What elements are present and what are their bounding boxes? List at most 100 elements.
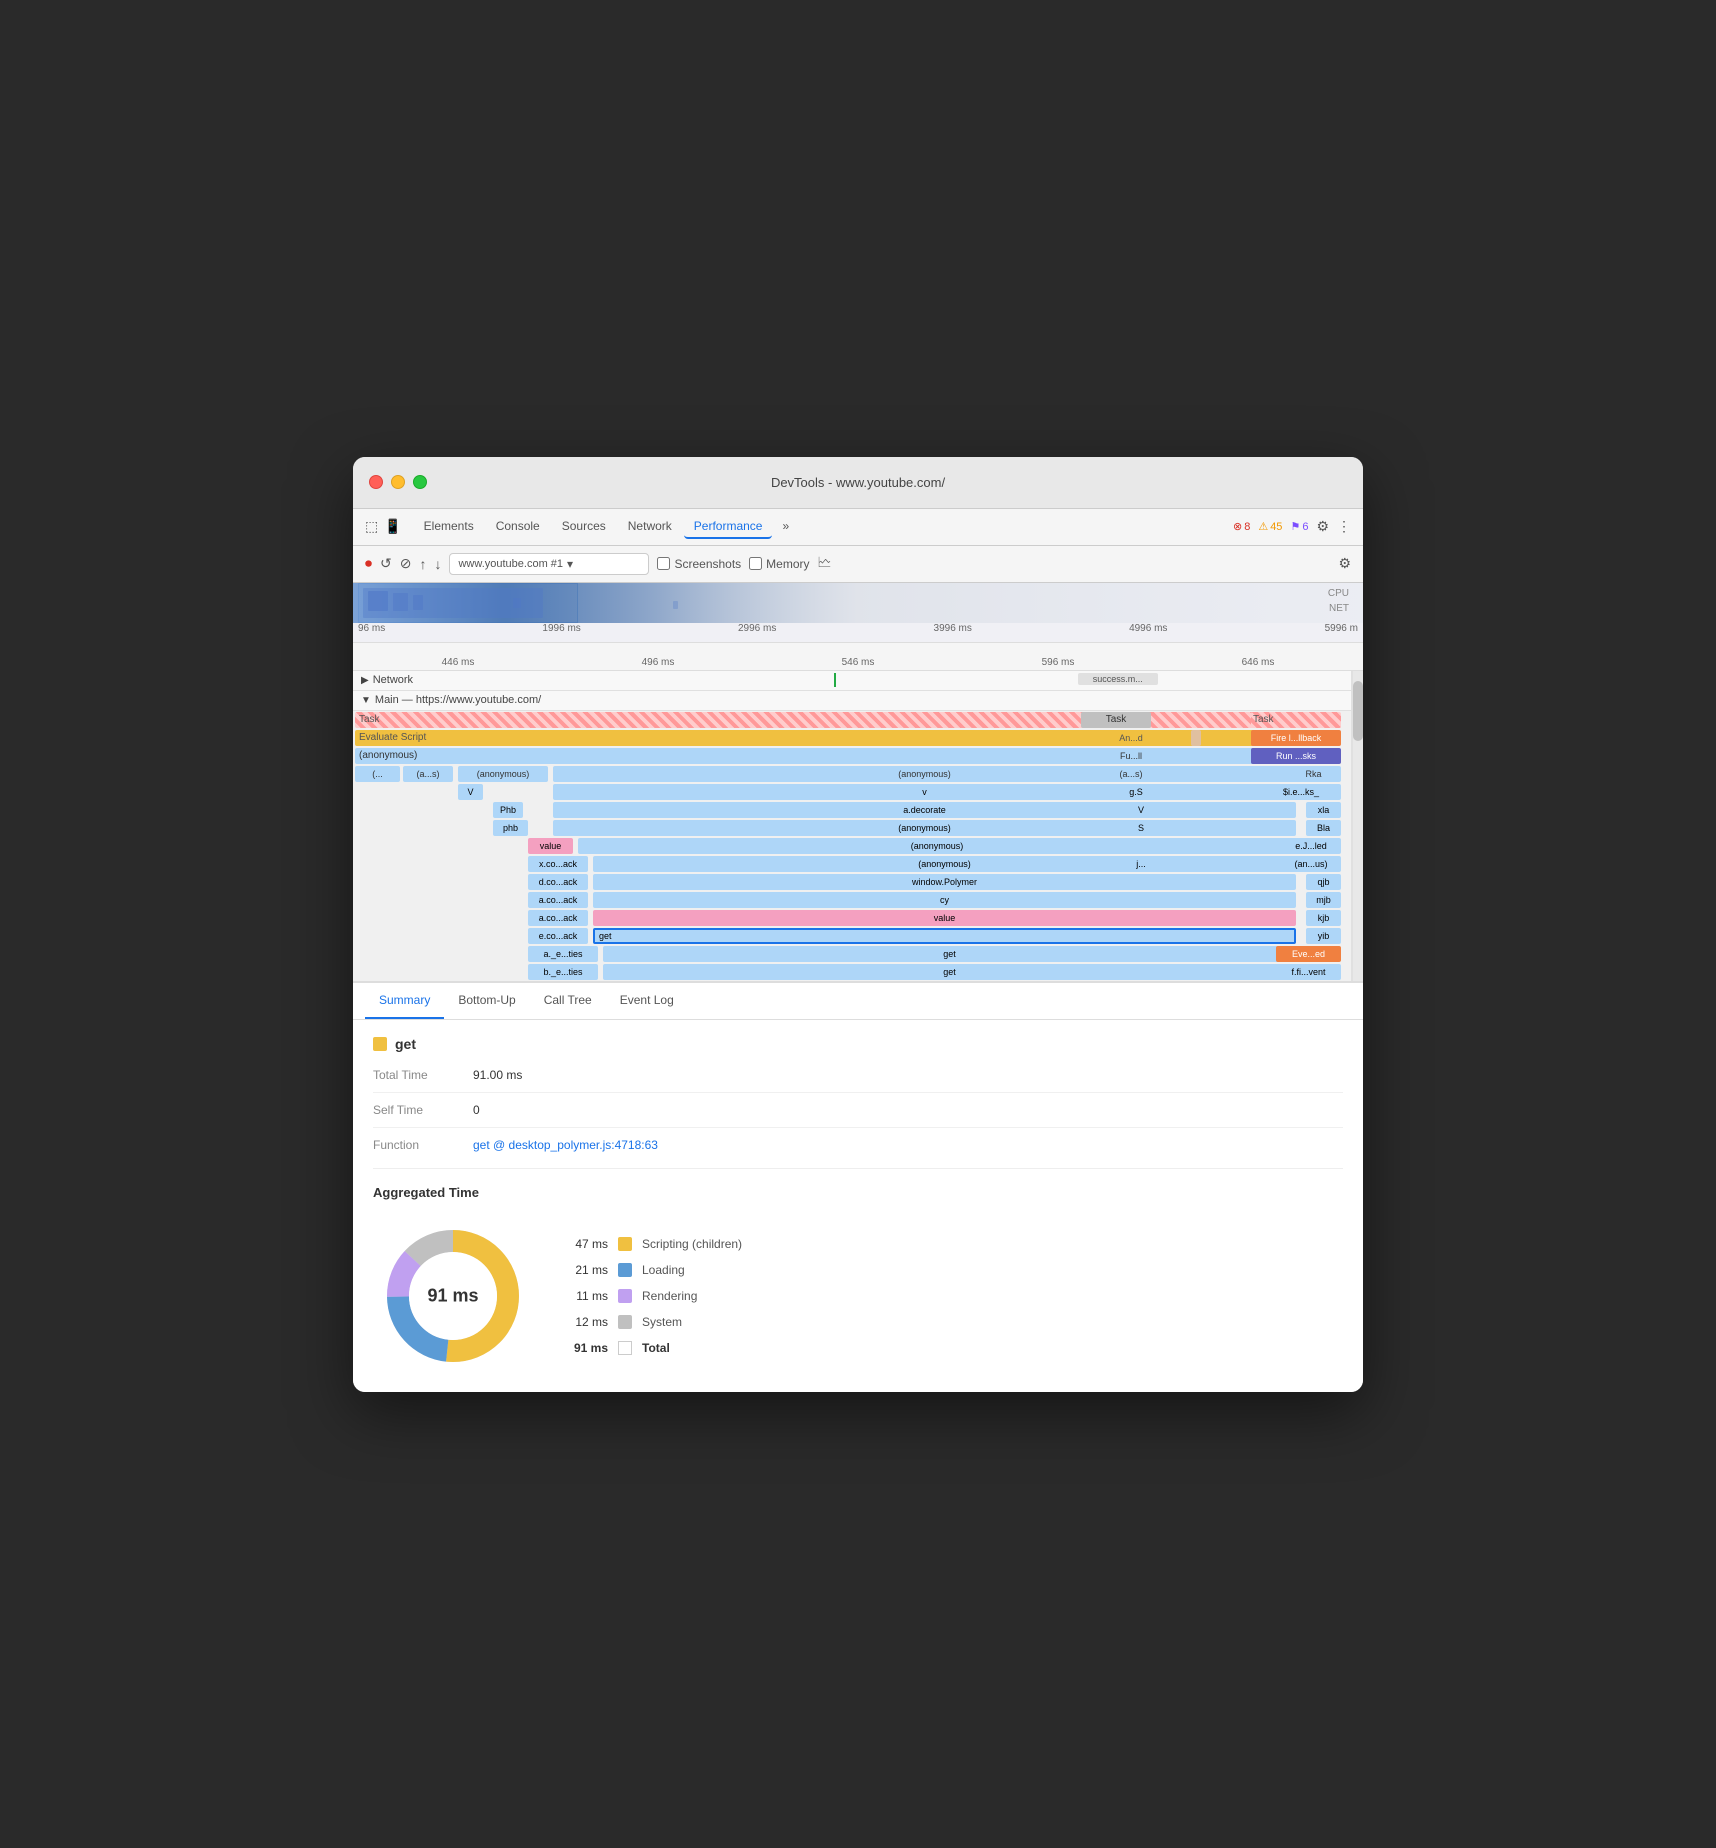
flamechart-wrapper: ▶ Network success.m... ▼ Main — https://… bbox=[353, 671, 1363, 981]
self-time-value: 0 bbox=[473, 1103, 480, 1117]
r15-b2[interactable]: get bbox=[603, 964, 1296, 980]
r9-b2[interactable]: (anonymous) bbox=[593, 856, 1296, 872]
r11-rr1[interactable]: mjb bbox=[1306, 892, 1341, 908]
tab-sources[interactable]: Sources bbox=[552, 515, 616, 539]
settings-icon[interactable]: ⚙ bbox=[1316, 518, 1329, 535]
r4-rr1[interactable]: Rka bbox=[1286, 766, 1341, 782]
r4-b1[interactable]: (... bbox=[355, 766, 400, 782]
r13-b2-selected[interactable]: get bbox=[593, 928, 1296, 944]
r5-r1[interactable]: g.S bbox=[1121, 784, 1151, 800]
download-icon[interactable]: ↓ bbox=[434, 556, 441, 572]
flamechart[interactable]: ▶ Network success.m... ▼ Main — https://… bbox=[353, 671, 1363, 981]
refresh-icon[interactable]: ↺ bbox=[380, 555, 392, 572]
r8-b1[interactable]: value bbox=[528, 838, 573, 854]
r11-b1[interactable]: a.co...ack bbox=[528, 892, 588, 908]
capture-icon[interactable]: 🗠 bbox=[818, 552, 832, 576]
self-time-label: Self Time bbox=[373, 1103, 453, 1117]
small-block-1[interactable] bbox=[1191, 730, 1201, 746]
r10-b1[interactable]: d.co...ack bbox=[528, 874, 588, 890]
r13-b1[interactable]: e.co...ack bbox=[528, 928, 588, 944]
r8-b2[interactable]: (anonymous) bbox=[578, 838, 1296, 854]
run-label: Run ...sks bbox=[1276, 751, 1316, 761]
r7-rr1[interactable]: Bla bbox=[1306, 820, 1341, 836]
memory-checkbox[interactable] bbox=[749, 557, 762, 570]
r10-rr1[interactable]: qjb bbox=[1306, 874, 1341, 890]
task-label-1: Task bbox=[355, 714, 384, 725]
r7-b1[interactable]: phb bbox=[493, 820, 528, 836]
network-arrow[interactable]: ▶ bbox=[361, 675, 369, 686]
url-bar[interactable]: www.youtube.com #1 ▾ bbox=[449, 553, 649, 575]
legend-rendering: 11 ms Rendering bbox=[573, 1289, 742, 1303]
tab-call-tree[interactable]: Call Tree bbox=[530, 983, 606, 1019]
r9-rr1[interactable]: (an...us) bbox=[1281, 856, 1341, 872]
r15-b1[interactable]: b._e...ties bbox=[528, 964, 598, 980]
inspect-icon[interactable]: ⬚ bbox=[365, 518, 378, 535]
tab-bottom-up[interactable]: Bottom-Up bbox=[444, 983, 529, 1019]
anonymous-block[interactable]: (anonymous) bbox=[355, 748, 1296, 764]
r13-rr1[interactable]: yib bbox=[1306, 928, 1341, 944]
tab-console[interactable]: Console bbox=[486, 515, 550, 539]
upload-icon[interactable]: ↑ bbox=[419, 556, 426, 572]
r14-rr1[interactable]: Eve...ed bbox=[1276, 946, 1341, 962]
flamechart-scrollbar-thumb[interactable] bbox=[1353, 681, 1363, 741]
r4-b3[interactable]: (anonymous) bbox=[458, 766, 548, 782]
main-arrow[interactable]: ▼ bbox=[361, 695, 371, 706]
legend: 47 ms Scripting (children) 21 ms Loading… bbox=[573, 1237, 742, 1355]
r5-rr1[interactable]: $i.e...ks_ bbox=[1261, 784, 1341, 800]
r6-b1[interactable]: Phb bbox=[493, 802, 523, 818]
flamechart-scrollbar[interactable] bbox=[1353, 671, 1363, 981]
task-block-2[interactable]: Task bbox=[1081, 712, 1151, 728]
r6-rr1[interactable]: xla bbox=[1306, 802, 1341, 818]
ruler-marks: 446 ms 496 ms 546 ms 596 ms 646 ms bbox=[353, 657, 1363, 668]
r12-b1[interactable]: a.co...ack bbox=[528, 910, 588, 926]
r11-b2[interactable]: cy bbox=[593, 892, 1296, 908]
r4-b4[interactable]: (anonymous) bbox=[553, 766, 1296, 782]
run-block[interactable]: Run ...sks bbox=[1251, 748, 1341, 764]
task-row-9: x.co...ack (anonymous) j... (an...us) bbox=[353, 855, 1351, 873]
tab-event-log[interactable]: Event Log bbox=[606, 983, 688, 1019]
r12-rr1[interactable]: kjb bbox=[1306, 910, 1341, 926]
minimap[interactable]: 96 ms 1996 ms 2996 ms 3996 ms 4996 ms 59… bbox=[353, 583, 1363, 643]
r9-r1[interactable]: j... bbox=[1131, 856, 1151, 872]
r14-b2[interactable]: get bbox=[603, 946, 1296, 962]
r6-r1[interactable]: V bbox=[1131, 802, 1151, 818]
function-link[interactable]: get @ desktop_polymer.js:4718:63 bbox=[473, 1138, 658, 1152]
task-row-4: (... (a...s) (anonymous) (anonymous) (a.… bbox=[353, 765, 1351, 783]
tab-network[interactable]: Network bbox=[618, 515, 682, 539]
tab-performance[interactable]: Performance bbox=[684, 515, 773, 539]
r4-b2[interactable]: (a...s) bbox=[403, 766, 453, 782]
r14-b1[interactable]: a._e...ties bbox=[528, 946, 598, 962]
r10-b2[interactable]: window.Polymer bbox=[593, 874, 1296, 890]
more-options-icon[interactable]: ⋮ bbox=[1337, 518, 1351, 535]
more-tabs[interactable]: » bbox=[774, 515, 797, 539]
close-button[interactable] bbox=[369, 475, 383, 489]
settings2-icon[interactable]: ⚙ bbox=[1338, 555, 1351, 572]
full-block[interactable]: Fu...ll bbox=[1111, 748, 1151, 764]
minimize-button[interactable] bbox=[391, 475, 405, 489]
r7-b2[interactable]: (anonymous) bbox=[553, 820, 1296, 836]
r15-rr1[interactable]: f.fi...vent bbox=[1276, 964, 1341, 980]
task-block-1[interactable]: Task bbox=[355, 712, 1296, 728]
tab-summary[interactable]: Summary bbox=[365, 983, 444, 1019]
r7-r1[interactable]: S bbox=[1131, 820, 1151, 836]
evaluate-block[interactable]: Evaluate Script bbox=[355, 730, 1296, 746]
r8-rr1[interactable]: e.J...led bbox=[1281, 838, 1341, 854]
and-block[interactable]: An...d bbox=[1111, 730, 1151, 746]
r5-b1[interactable]: V bbox=[458, 784, 483, 800]
clear-icon[interactable]: ⊘ bbox=[400, 555, 412, 572]
r12-b2[interactable]: value bbox=[593, 910, 1296, 926]
r6-b2[interactable]: a.decorate bbox=[553, 802, 1296, 818]
fire-block[interactable]: Fire l...llback bbox=[1251, 730, 1341, 746]
record-icon[interactable]: ⏺ bbox=[365, 555, 372, 572]
total-time-value: 91.00 ms bbox=[473, 1068, 522, 1082]
loading-ms: 21 ms bbox=[573, 1263, 608, 1277]
r9-b1[interactable]: x.co...ack bbox=[528, 856, 588, 872]
scripting-label: Scripting (children) bbox=[642, 1237, 742, 1251]
maximize-button[interactable] bbox=[413, 475, 427, 489]
device-icon[interactable]: 📱 bbox=[384, 518, 401, 535]
r4-r1[interactable]: (a...s) bbox=[1111, 766, 1151, 782]
tab-elements[interactable]: Elements bbox=[414, 515, 484, 539]
screenshots-checkbox[interactable] bbox=[657, 557, 670, 570]
r5-b2[interactable]: v bbox=[553, 784, 1296, 800]
task-block-3[interactable]: Task bbox=[1251, 712, 1341, 728]
